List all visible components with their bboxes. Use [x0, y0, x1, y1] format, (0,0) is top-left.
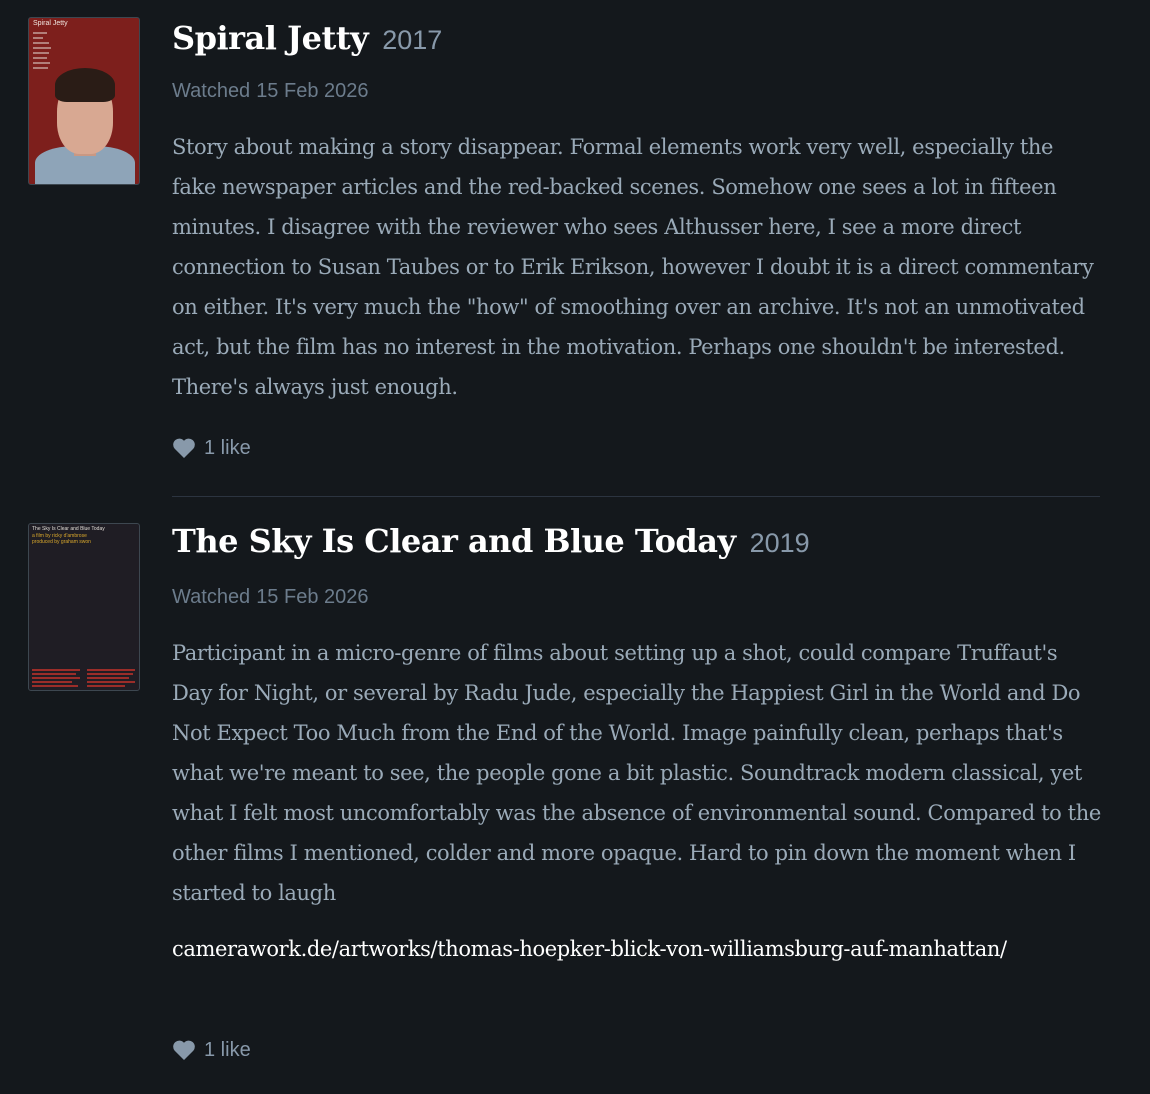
poster-credits [33, 32, 51, 72]
review-text: Story about making a story disappear. Fo… [172, 135, 1094, 399]
like-count-text: 1 like [204, 436, 251, 459]
heart-icon [172, 437, 196, 459]
review-text: Participant in a micro-genre of films ab… [172, 641, 1101, 905]
poster-credits-block [32, 669, 82, 689]
film-title[interactable]: Spiral Jetty 2017 [172, 19, 442, 57]
film-poster[interactable]: Spiral Jetty [28, 17, 140, 185]
film-title[interactable]: The Sky Is Clear and Blue Today 2019 [172, 522, 810, 560]
watched-date-line: Watched 15 Feb 2026 [172, 586, 369, 609]
watched-label: Watched [172, 586, 251, 608]
like-count-text: 1 like [204, 1038, 251, 1061]
film-year[interactable]: 2017 [382, 25, 442, 55]
review-link[interactable]: camerawork.de/artworks/thomas-hoepker-bl… [172, 929, 1072, 969]
review-entry: The Sky Is Clear and Blue Today a film b… [0, 497, 1150, 1094]
like-count[interactable]: 1 like [172, 436, 251, 460]
watched-date-line: Watched 15 Feb 2026 [172, 80, 369, 103]
film-poster[interactable]: The Sky Is Clear and Blue Today a film b… [28, 523, 140, 691]
poster-credit-producer: produced by graham swon [32, 539, 91, 545]
film-year[interactable]: 2019 [750, 528, 810, 558]
poster-title: The Sky Is Clear and Blue Today [32, 526, 105, 532]
watched-label: Watched [172, 80, 251, 102]
film-title-text[interactable]: The Sky Is Clear and Blue Today [172, 522, 736, 560]
like-count[interactable]: 1 like [172, 1038, 251, 1062]
poster-figure-hair [55, 68, 115, 102]
watched-date[interactable]: 15 Feb 2026 [256, 586, 368, 608]
film-title-text[interactable]: Spiral Jetty [172, 19, 369, 57]
review-entry: Spiral Jetty Spiral Jetty 2017 Watched 15 … [0, 0, 1150, 496]
poster-title: Spiral Jetty [33, 20, 68, 27]
heart-icon [172, 1039, 196, 1061]
watched-date[interactable]: 15 Feb 2026 [256, 80, 368, 102]
poster-credits-block [87, 669, 137, 689]
